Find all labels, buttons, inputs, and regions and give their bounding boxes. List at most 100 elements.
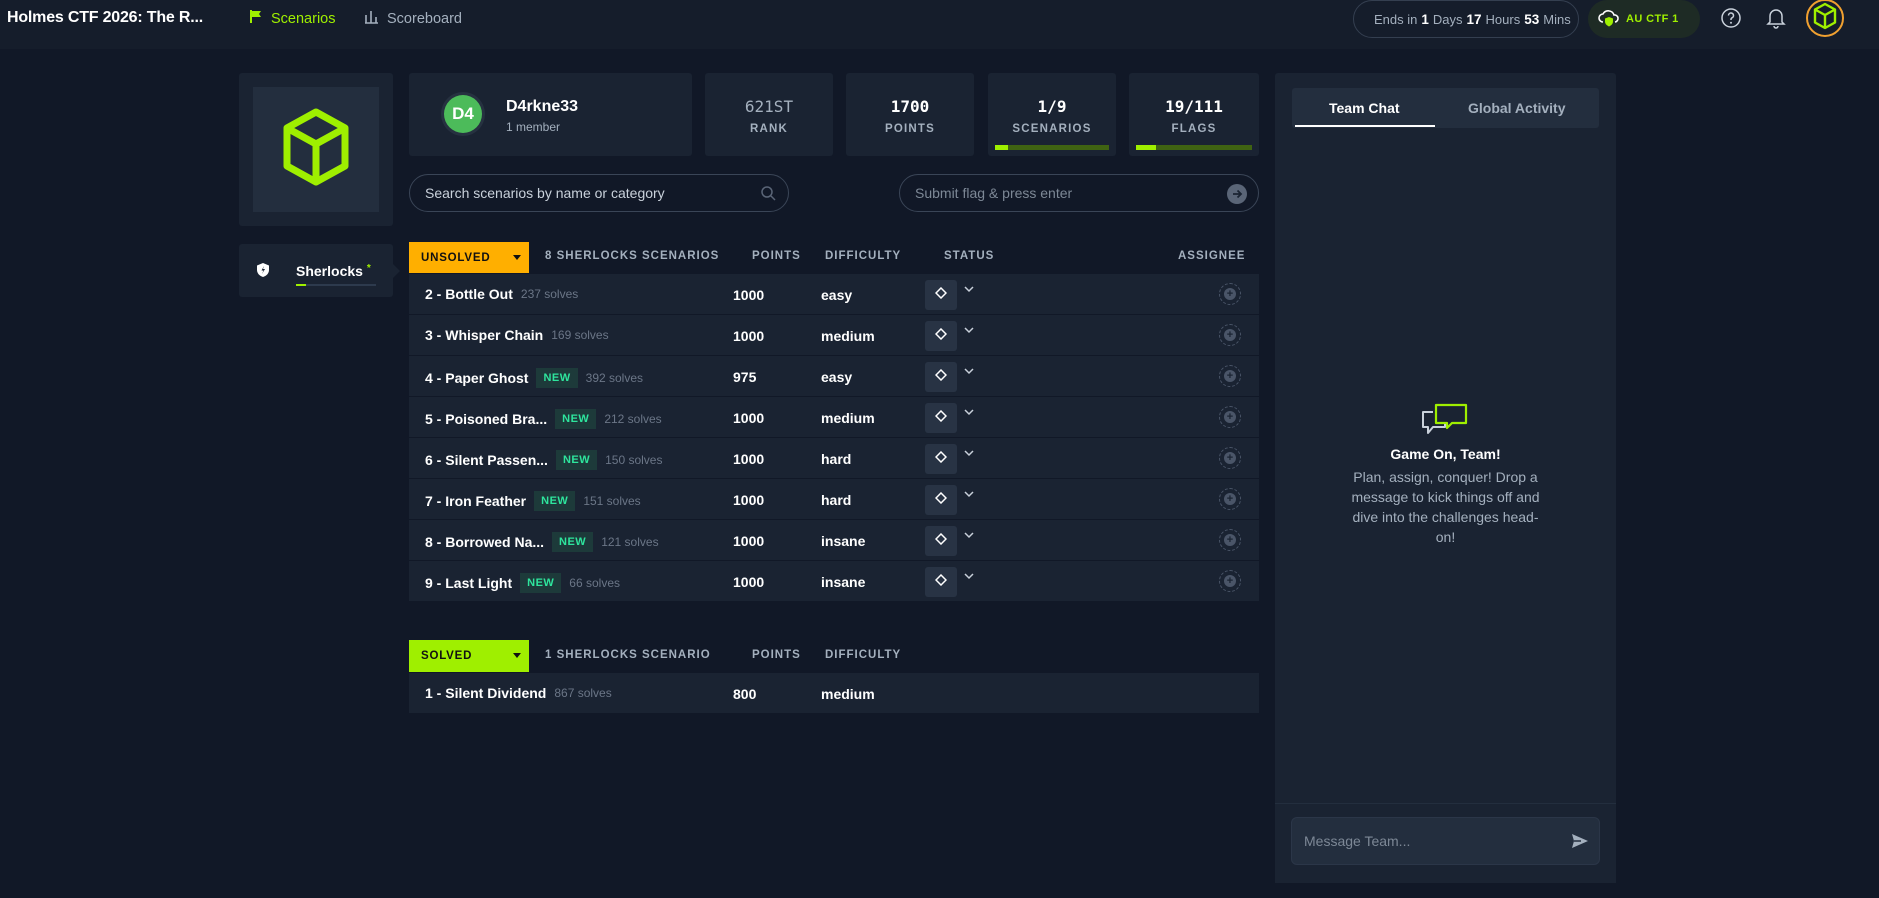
chevron-down-icon[interactable]	[964, 448, 974, 460]
scenario-name[interactable]: 6 - Silent Passen...	[425, 452, 548, 468]
cloud-shield-icon	[1598, 8, 1620, 31]
search-input[interactable]: Search scenarios by name or category	[409, 174, 789, 212]
add-assignee-icon[interactable]: +	[1219, 365, 1241, 387]
flags-label: FLAGS	[1171, 123, 1217, 135]
chevron-down-icon[interactable]	[964, 407, 974, 419]
table-row[interactable]: 8 - Borrowed Na... NEW 121 solves 1000 insan…	[409, 519, 1259, 560]
status-button[interactable]	[925, 567, 957, 597]
user-avatar[interactable]	[1806, 0, 1844, 37]
solved-count: 1 SHERLOCKS SCENARIO	[545, 649, 711, 661]
scenario-name[interactable]: 4 - Paper Ghost	[425, 370, 528, 386]
table-row[interactable]: 9 - Last Light NEW 66 solves 1000 insane +	[409, 560, 1259, 601]
status-button[interactable]	[925, 403, 957, 433]
vpn-button[interactable]: AU CTF 1	[1588, 0, 1700, 38]
flags-card: 19/111 FLAGS	[1129, 73, 1259, 156]
status-button[interactable]	[925, 444, 957, 474]
sidebar-tab-pointer	[393, 264, 400, 278]
scenario-name-cell: 6 - Silent Passen... NEW 150 solves	[425, 450, 662, 470]
chevron-down-icon[interactable]	[964, 489, 974, 501]
table-row[interactable]: 1 - Silent Dividend 867 solves 800 medium	[409, 672, 1259, 713]
add-assignee-icon[interactable]: +	[1219, 324, 1241, 346]
chevron-down-icon[interactable]	[964, 530, 974, 542]
rank-value: 621ST	[744, 97, 794, 116]
scenario-name[interactable]: 2 - Bottle Out	[425, 286, 513, 302]
points-cell: 1000	[733, 574, 765, 590]
scenario-name[interactable]: 9 - Last Light	[425, 575, 512, 591]
search-icon	[760, 185, 776, 204]
chevron-down-icon[interactable]	[964, 284, 974, 296]
solve-count: 392 solves	[585, 371, 644, 385]
new-badge: NEW	[552, 532, 594, 552]
status-button[interactable]	[925, 280, 957, 310]
difficulty-cell: easy	[821, 369, 853, 385]
bell-icon[interactable]	[1763, 5, 1789, 31]
chat-bubbles-icon	[1420, 401, 1472, 442]
message-placeholder: Message Team...	[1304, 833, 1411, 849]
add-assignee-icon[interactable]: +	[1219, 406, 1241, 428]
sidebar-tab-marker: *	[366, 263, 371, 274]
scenarios-label: SCENARIOS	[1012, 123, 1092, 135]
cube-logo-icon	[280, 107, 352, 192]
difficulty-cell: insane	[821, 533, 866, 549]
add-assignee-icon[interactable]: +	[1219, 570, 1241, 592]
col-points: POINTS	[752, 250, 801, 262]
diamond-icon	[934, 491, 948, 509]
flags-value: 19/111	[1165, 97, 1223, 116]
top-bar: Holmes CTF 2026: The R... Scenarios Scor…	[0, 0, 1879, 49]
solve-count: 150 solves	[605, 453, 663, 467]
chevron-down-icon[interactable]	[964, 325, 974, 337]
chevron-down-icon[interactable]	[964, 366, 974, 378]
flag-input[interactable]: Submit flag & press enter	[899, 174, 1259, 212]
new-badge: NEW	[555, 450, 598, 470]
solve-count: 867 solves	[554, 686, 612, 700]
chevron-down-icon[interactable]	[964, 571, 974, 583]
status-button[interactable]	[925, 362, 957, 392]
status-button[interactable]	[925, 526, 957, 556]
scenario-name-cell: 7 - Iron Feather NEW 151 solves	[425, 491, 641, 511]
team-logo-panel	[239, 73, 393, 226]
table-row[interactable]: 7 - Iron Feather NEW 151 solves 1000 hard +	[409, 478, 1259, 519]
points-cell: 1000	[733, 410, 765, 426]
unsolved-filter-button[interactable]: UNSOLVED	[409, 242, 529, 274]
arrow-right-icon[interactable]	[1227, 184, 1247, 204]
send-icon[interactable]	[1571, 833, 1589, 852]
add-assignee-icon[interactable]: +	[1219, 529, 1241, 551]
team-name: D4rkne33	[506, 98, 579, 115]
add-assignee-icon[interactable]: +	[1219, 488, 1241, 510]
timer-prefix: Ends in	[1374, 11, 1418, 27]
scenario-name[interactable]: 7 - Iron Feather	[425, 493, 526, 509]
nav-scenarios[interactable]: Scenarios	[249, 9, 335, 28]
scenario-name[interactable]: 1 - Silent Dividend	[425, 685, 546, 701]
add-assignee-icon[interactable]: +	[1219, 447, 1241, 469]
sidebar-item-sherlocks[interactable]: Sherlocks *	[239, 244, 400, 297]
message-input[interactable]: Message Team...	[1291, 817, 1600, 865]
points-cell: 1000	[733, 287, 765, 303]
col-status: STATUS	[944, 250, 995, 262]
table-row[interactable]: 6 - Silent Passen... NEW 150 solves 1000 har…	[409, 437, 1259, 478]
new-badge: NEW	[520, 573, 562, 593]
scenario-name[interactable]: 5 - Poisoned Bra...	[425, 411, 547, 427]
tab-global-activity[interactable]: Global Activity	[1468, 100, 1566, 116]
team-members: 1 member	[506, 120, 561, 134]
solve-count: 237 solves	[520, 287, 579, 301]
table-row[interactable]: 5 - Poisoned Bra... NEW 212 solves 1000 medi…	[409, 396, 1259, 437]
table-row[interactable]: 2 - Bottle Out 237 solves 1000 easy +	[409, 273, 1259, 314]
scenario-name-cell: 9 - Last Light NEW 66 solves	[425, 573, 620, 593]
unsolved-list: 2 - Bottle Out 237 solves 1000 easy +3 - Whi…	[409, 273, 1259, 601]
table-row[interactable]: 4 - Paper Ghost NEW 392 solves 975 easy +	[409, 355, 1259, 396]
timer-days-label: Days	[1432, 11, 1463, 27]
flag-icon	[249, 9, 263, 28]
scenario-name[interactable]: 3 - Whisper Chain	[425, 327, 543, 343]
scenario-name[interactable]: 8 - Borrowed Na...	[425, 534, 544, 550]
table-row[interactable]: 3 - Whisper Chain 169 solves 1000 medium +	[409, 314, 1259, 355]
status-button[interactable]	[925, 321, 957, 351]
sidebar-tab-text: Sherlocks	[296, 263, 363, 279]
unsolved-filter-label: UNSOLVED	[421, 252, 491, 264]
status-button[interactable]	[925, 485, 957, 515]
add-assignee-icon[interactable]: +	[1219, 283, 1241, 305]
nav-scoreboard[interactable]: Scoreboard	[364, 9, 462, 28]
tab-team-chat[interactable]: Team Chat	[1329, 100, 1400, 116]
help-icon[interactable]	[1718, 5, 1744, 31]
solved-filter-button[interactable]: SOLVED	[409, 640, 529, 672]
timer-hours-label: Hours	[1485, 11, 1521, 27]
